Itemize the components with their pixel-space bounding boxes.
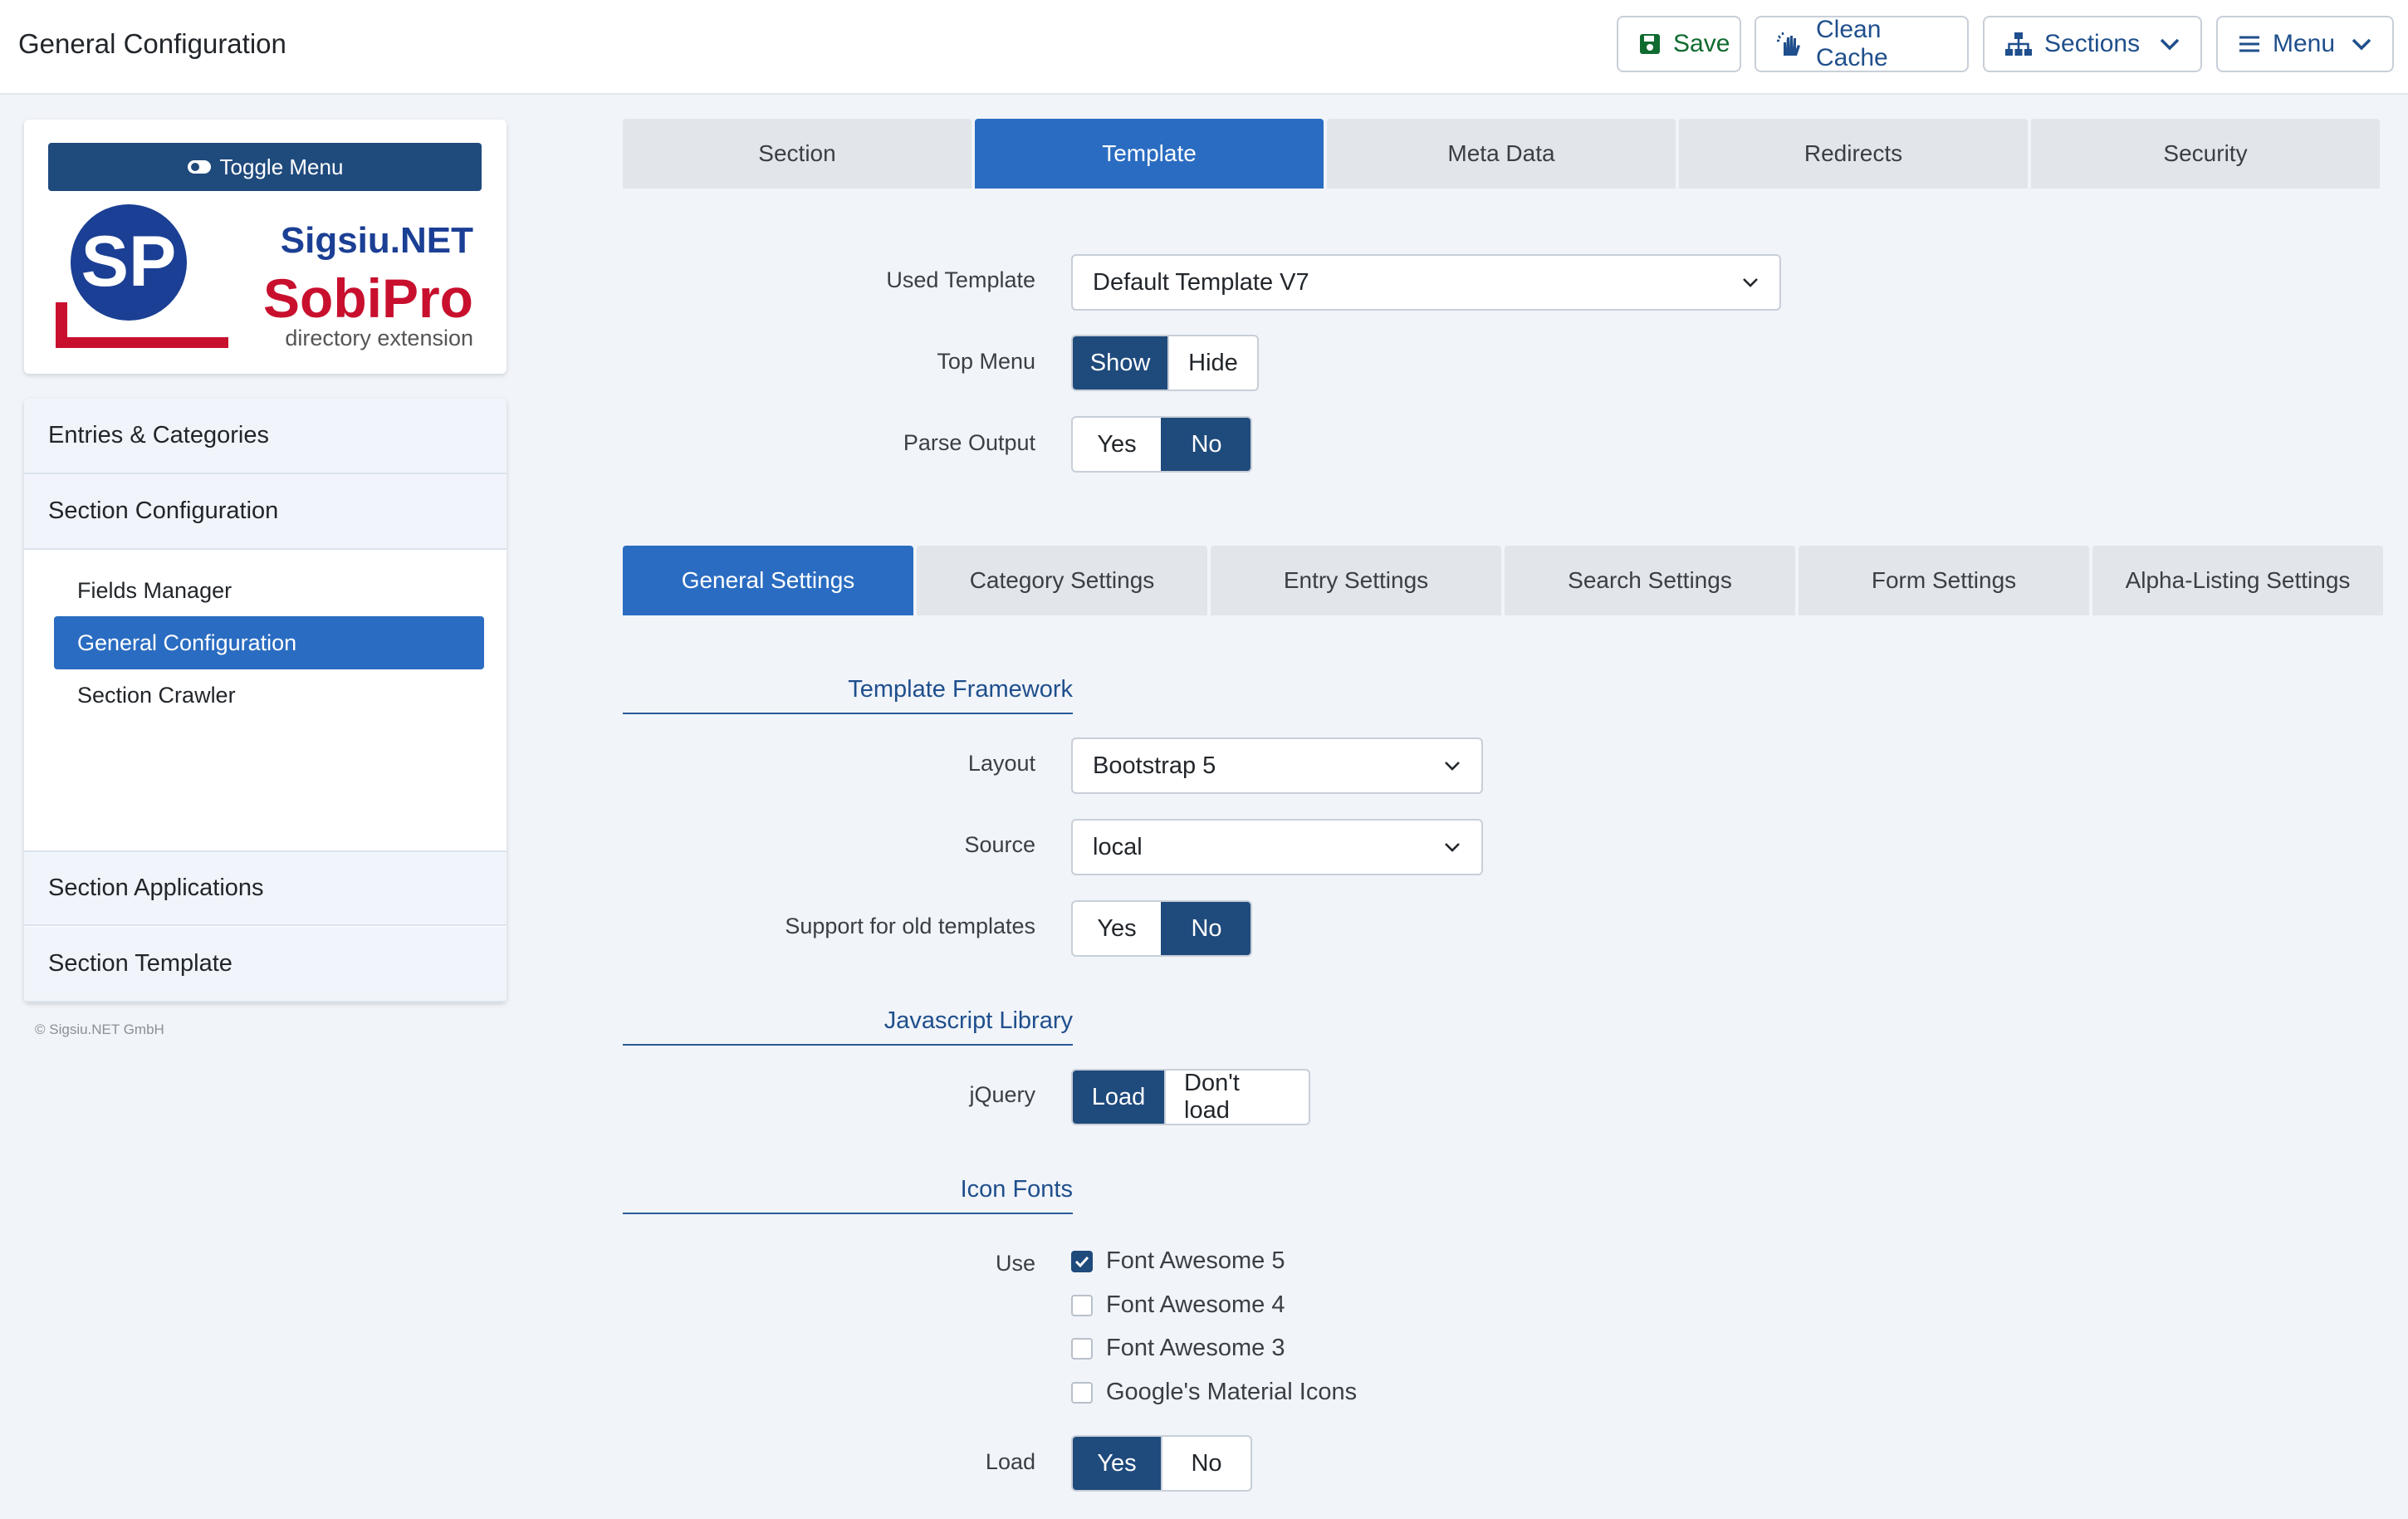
material-icons-checkbox[interactable]: Google's Material Icons	[1071, 1379, 1357, 1406]
source-value: local	[1093, 833, 1143, 860]
sidebar-logo-card: Toggle Menu SP Sigsiu.NET SobiPro direct…	[24, 120, 507, 374]
sections-dropdown-button[interactable]: Sections	[1983, 16, 2202, 72]
sobipro-logo-graphic: SP Sigsiu.NET SobiPro directory extensio…	[56, 204, 473, 350]
hand-sparkle-icon	[1777, 32, 1800, 56]
sidebar-item-section-applications[interactable]: Section Applications	[24, 850, 507, 926]
svg-text:SP: SP	[81, 222, 177, 301]
font-awesome-3-label: Font Awesome 3	[1106, 1335, 1285, 1361]
sidebar-subitem-general-configuration[interactable]: General Configuration	[54, 616, 484, 669]
font-awesome-4-label: Font Awesome 4	[1106, 1291, 1285, 1318]
sections-label: Sections	[2044, 30, 2141, 57]
floppy-disk-icon	[1640, 34, 1660, 54]
menu-dropdown-button[interactable]: Menu	[2216, 16, 2394, 72]
old-templates-toggle: Yes No	[1071, 900, 1252, 957]
old-templates-no-option[interactable]: No	[1161, 902, 1250, 955]
sidebar-item-section-template[interactable]: Section Template	[24, 927, 507, 1002]
logo-product: SobiPro	[263, 267, 473, 329]
clean-cache-label: Clean Cache	[1816, 16, 1888, 71]
logo-brand: Sigsiu.NET	[281, 220, 473, 261]
icon-fonts-load-yes-option[interactable]: Yes	[1073, 1437, 1161, 1490]
tab-redirects[interactable]: Redirects	[1679, 119, 2028, 189]
jquery-load-option[interactable]: Load	[1073, 1071, 1164, 1124]
icon-fonts-load-no-option[interactable]: No	[1161, 1437, 1250, 1490]
template-framework-heading: Template Framework	[623, 676, 1073, 714]
layout-value: Bootstrap 5	[1093, 752, 1216, 779]
top-menu-show-option[interactable]: Show	[1073, 336, 1167, 390]
save-label: Save	[1673, 30, 1730, 57]
used-template-label: Used Template	[886, 267, 1035, 292]
font-awesome-5-label: Font Awesome 5	[1106, 1247, 1285, 1274]
menu-label: Menu	[2273, 30, 2336, 57]
jquery-toggle: Load Don't load	[1071, 1069, 1310, 1125]
copyright-text: © Sigsiu.NET GmbH	[35, 1022, 164, 1037]
subtab-search-settings[interactable]: Search Settings	[1505, 546, 1795, 615]
subtab-alpha-listing-settings[interactable]: Alpha-Listing Settings	[2092, 546, 2383, 615]
chevron-down-icon	[1445, 762, 1460, 771]
old-templates-label: Support for old templates	[785, 914, 1035, 938]
javascript-library-heading: Javascript Library	[623, 1007, 1073, 1046]
top-menu-toggle: Show Hide	[1071, 335, 1259, 391]
font-awesome-4-checkbox[interactable]: Font Awesome 4	[1071, 1291, 1285, 1319]
layout-select[interactable]: Bootstrap 5	[1071, 737, 1483, 794]
top-menu-label: Top Menu	[937, 349, 1035, 374]
icon-fonts-load-label: Load	[985, 1449, 1035, 1474]
chevron-down-icon	[2352, 38, 2371, 51]
sidebar-subitem-fields-manager[interactable]: Fields Manager	[54, 564, 484, 617]
clean-cache-button[interactable]: Clean Cache	[1755, 16, 1969, 72]
parse-output-toggle: Yes No	[1071, 416, 1252, 473]
source-select[interactable]: local	[1071, 819, 1483, 875]
sitemap-icon	[2005, 32, 2032, 56]
icon-fonts-load-toggle: Yes No	[1071, 1435, 1252, 1492]
toggle-switch-icon	[187, 160, 211, 174]
source-label: Source	[964, 832, 1035, 857]
hamburger-icon	[2239, 36, 2259, 52]
tab-security[interactable]: Security	[2031, 119, 2380, 189]
logo-tagline: directory extension	[285, 326, 473, 350]
tab-meta-data[interactable]: Meta Data	[1327, 119, 1676, 189]
subtab-form-settings[interactable]: Form Settings	[1799, 546, 2089, 615]
parse-output-label: Parse Output	[903, 430, 1035, 455]
sobipro-logo: SP Sigsiu.NET SobiPro directory extensio…	[54, 203, 477, 360]
jquery-label: jQuery	[969, 1082, 1035, 1107]
layout-label: Layout	[967, 751, 1035, 776]
font-awesome-5-checkbox[interactable]: Font Awesome 5	[1071, 1247, 1285, 1275]
sidebar-item-section-configuration[interactable]: Section Configuration	[24, 474, 507, 550]
main-tabs: Section Template Meta Data Redirects Sec…	[623, 119, 2380, 189]
top-menu-hide-option[interactable]: Hide	[1167, 336, 1257, 390]
checkbox-checked-icon	[1071, 1250, 1093, 1272]
template-subtabs: General Settings Category Settings Entry…	[623, 546, 2383, 615]
used-template-select[interactable]: Default Template V7	[1071, 254, 1781, 311]
parse-output-yes-option[interactable]: Yes	[1073, 418, 1161, 471]
sidebar-subitem-section-crawler[interactable]: Section Crawler	[54, 669, 484, 722]
sidebar-item-entries-categories[interactable]: Entries & Categories	[24, 399, 507, 474]
page-title: General Configuration	[18, 28, 286, 59]
save-button[interactable]: Save	[1617, 16, 1741, 72]
subtab-general-settings[interactable]: General Settings	[623, 546, 913, 615]
toggle-menu-button[interactable]: Toggle Menu	[48, 143, 482, 191]
used-template-value: Default Template V7	[1093, 268, 1309, 296]
tab-template[interactable]: Template	[975, 119, 1324, 189]
material-icons-label: Google's Material Icons	[1106, 1379, 1358, 1405]
sidebar-nav: Entries & Categories Section Configurati…	[24, 399, 507, 1002]
icon-fonts-use-label: Use	[995, 1251, 1035, 1276]
icon-fonts-heading: Icon Fonts	[623, 1176, 1073, 1214]
checkbox-empty-icon	[1071, 1381, 1093, 1404]
subtab-category-settings[interactable]: Category Settings	[917, 546, 1207, 615]
chevron-down-icon	[1445, 843, 1460, 852]
chevron-down-icon	[2160, 38, 2180, 51]
old-templates-yes-option[interactable]: Yes	[1073, 902, 1161, 955]
tab-section[interactable]: Section	[623, 119, 972, 189]
checkbox-empty-icon	[1071, 1294, 1093, 1316]
toggle-menu-label: Toggle Menu	[219, 154, 344, 179]
checkbox-empty-icon	[1071, 1337, 1093, 1360]
chevron-down-icon	[1743, 278, 1758, 287]
font-awesome-3-checkbox[interactable]: Font Awesome 3	[1071, 1335, 1285, 1362]
subtab-entry-settings[interactable]: Entry Settings	[1211, 546, 1501, 615]
jquery-dont-load-option[interactable]: Don't load	[1164, 1071, 1309, 1124]
parse-output-no-option[interactable]: No	[1161, 418, 1250, 471]
top-toolbar: General Configuration Save Clean Cache S…	[0, 0, 2408, 95]
